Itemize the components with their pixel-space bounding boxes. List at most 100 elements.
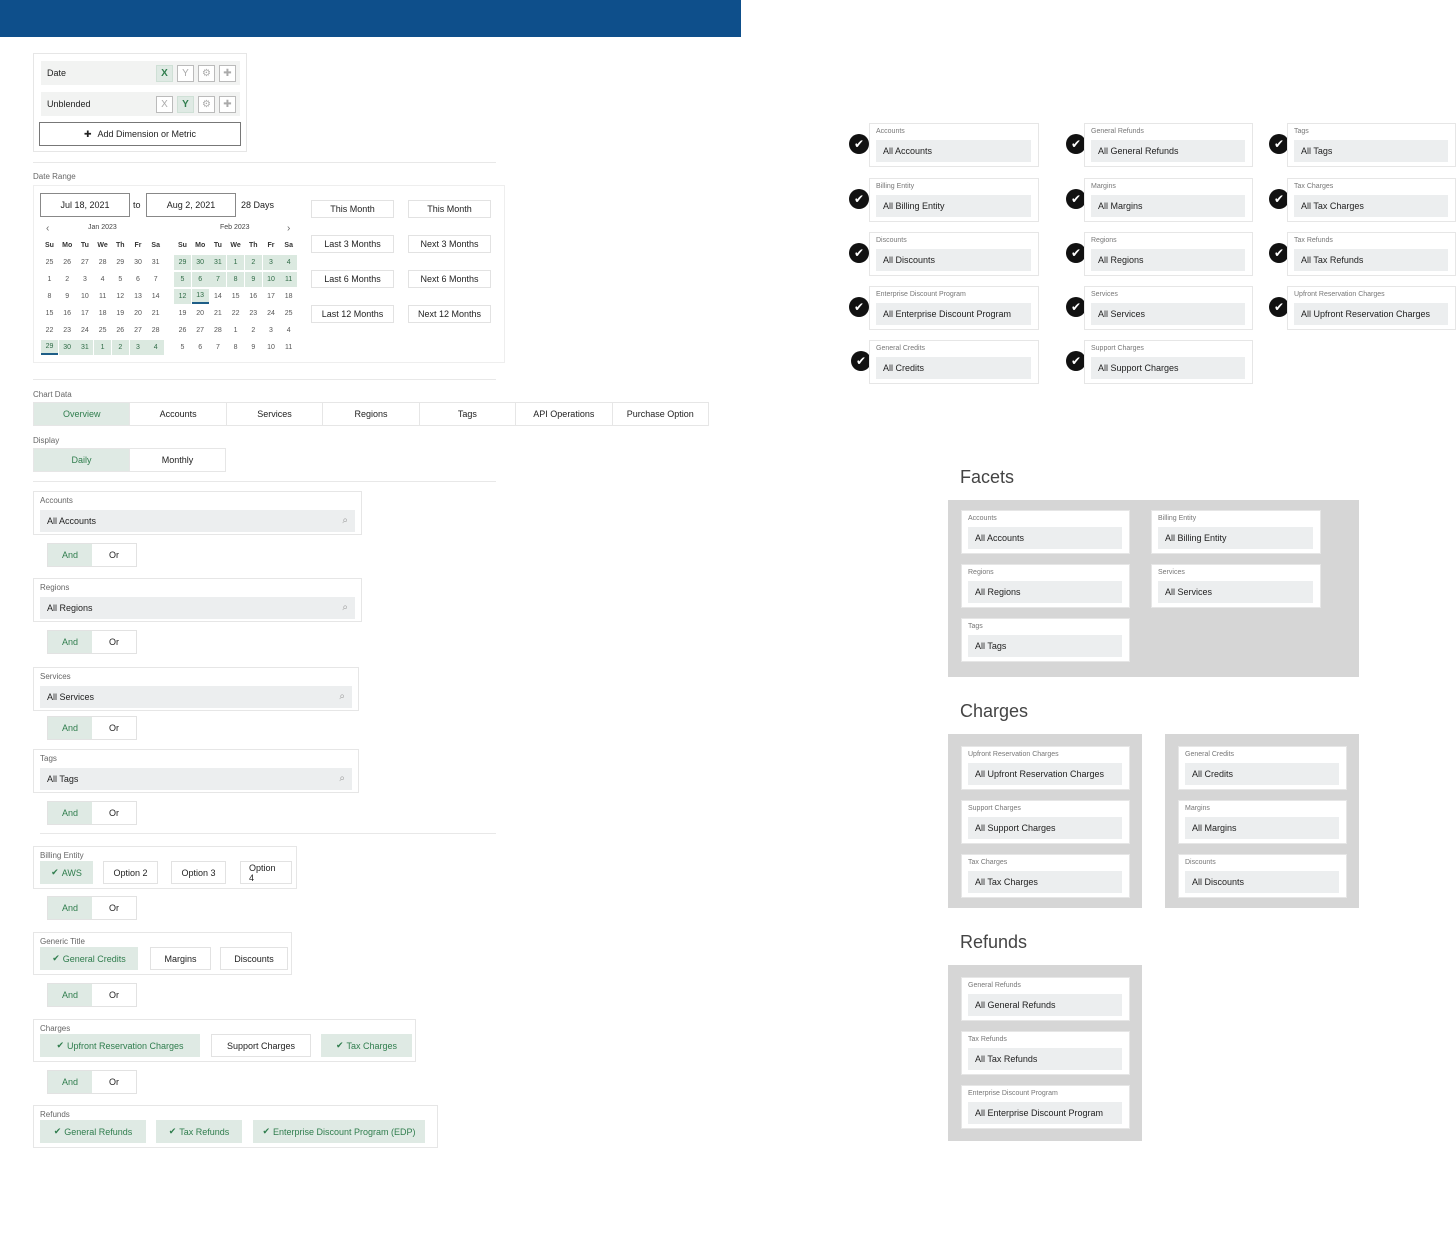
filter-card[interactable]: Tax Refunds All Tax Refunds	[1287, 232, 1456, 276]
filter-card[interactable]: General Refunds All General Refunds	[961, 977, 1130, 1021]
calendar-day[interactable]: 4	[280, 255, 298, 270]
search-input[interactable]: All Tags ⌕	[40, 768, 352, 790]
calendar-day[interactable]: 15	[227, 289, 244, 304]
calendar-day[interactable]: 27	[76, 255, 93, 270]
or-option[interactable]: Or	[92, 984, 136, 1006]
filter-card-value[interactable]: All Billing Entity	[1158, 527, 1313, 549]
calendar-day[interactable]: 23	[59, 323, 76, 338]
filter-card-value[interactable]: All Enterprise Discount Program	[876, 303, 1031, 325]
calendar-day[interactable]: 9	[244, 272, 262, 287]
filter-card-value[interactable]: All Tags	[968, 635, 1122, 657]
filter-card[interactable]: Accounts All Accounts	[961, 510, 1130, 554]
calendar-day[interactable]: 12	[174, 289, 191, 304]
calendar-day[interactable]: 7	[209, 340, 226, 355]
calendar-day[interactable]: 5	[174, 272, 191, 287]
calendar-day[interactable]: 1	[227, 255, 245, 270]
calendar-day[interactable]: 20	[130, 306, 147, 321]
tab-overview[interactable]: Overview	[34, 403, 131, 425]
filter-card[interactable]: Regions All Regions	[1084, 232, 1253, 276]
filter-card[interactable]: Discounts All Discounts	[1178, 854, 1347, 898]
calendar-day[interactable]: 24	[76, 323, 93, 338]
filter-card[interactable]: Upfront Reservation Charges All Upfront R…	[1287, 286, 1456, 330]
filter-card[interactable]: Upfront Reservation Charges All Upfront R…	[961, 746, 1130, 790]
filter-card[interactable]: Billing Entity All Billing Entity	[869, 178, 1039, 222]
preset-this-month[interactable]: This Month	[311, 200, 394, 218]
calendar-day[interactable]: 12	[112, 289, 129, 304]
filter-card[interactable]: Accounts All Accounts	[869, 123, 1039, 167]
calendar-day[interactable]: 8	[41, 289, 58, 304]
filter-card-value[interactable]: All Margins	[1185, 817, 1339, 839]
calendar-day[interactable]: 18	[94, 306, 111, 321]
filter-card[interactable]: Support Charges All Support Charges	[961, 800, 1130, 844]
or-option[interactable]: Or	[92, 717, 136, 739]
filter-card[interactable]: Tax Refunds All Tax Refunds	[961, 1031, 1130, 1075]
display-daily[interactable]: Daily	[34, 449, 130, 471]
calendar-day[interactable]: 25	[94, 323, 111, 338]
or-option[interactable]: Or	[92, 631, 136, 653]
filter-card-value[interactable]: All Tax Refunds	[968, 1048, 1122, 1070]
plus-icon[interactable]: ✚	[219, 95, 236, 113]
chip-tax-charges[interactable]: ✔ Tax Charges	[321, 1034, 412, 1057]
calendar-day[interactable]: 4	[147, 340, 165, 355]
calendar-day[interactable]: 18	[280, 289, 297, 304]
calendar-day[interactable]: 30	[191, 255, 209, 270]
calendar-day[interactable]: 30	[130, 255, 147, 270]
calendar-day[interactable]: 30	[58, 340, 76, 355]
prev-month-icon[interactable]: ‹	[46, 223, 49, 234]
or-option[interactable]: Or	[92, 897, 136, 919]
tab-services[interactable]: Services	[226, 403, 324, 425]
tab-api-operations[interactable]: API Operations	[516, 403, 613, 425]
x-axis-button[interactable]: X	[156, 64, 173, 82]
filter-card[interactable]: Support Charges All Support Charges	[1084, 340, 1253, 384]
preset-next-12-months[interactable]: Next 12 Months	[408, 305, 491, 323]
tab-purchase-option[interactable]: Purchase Option	[612, 403, 708, 425]
filter-card[interactable]: Enterprise Discount Program All Enterpris…	[961, 1085, 1130, 1129]
display-monthly[interactable]: Monthly	[130, 449, 225, 471]
filter-card-value[interactable]: All Billing Entity	[876, 195, 1031, 217]
preset-last-3-months[interactable]: Last 3 Months	[311, 235, 394, 253]
chip-aws[interactable]: ✔ AWS	[40, 861, 93, 884]
filter-card-value[interactable]: All Services	[1158, 581, 1313, 603]
plus-icon[interactable]: ✚	[219, 64, 236, 82]
calendar-day[interactable]: 6	[191, 272, 209, 287]
filter-card[interactable]: Tax Charges All Tax Charges	[961, 854, 1130, 898]
chip-support-charges[interactable]: Support Charges	[211, 1034, 311, 1057]
filter-card-value[interactable]: All General Refunds	[1091, 140, 1245, 162]
and-option[interactable]: And	[48, 717, 92, 739]
filter-card[interactable]: Regions All Regions	[961, 564, 1130, 608]
and-option[interactable]: And	[48, 984, 92, 1006]
calendar-day[interactable]: 21	[209, 306, 226, 321]
filter-card-value[interactable]: All Regions	[968, 581, 1122, 603]
y-axis-button[interactable]: Y	[177, 64, 194, 82]
calendar-day[interactable]: 3	[262, 255, 280, 270]
calendar-day[interactable]: 29	[174, 255, 191, 270]
add-dimension-button[interactable]: ✚ Add Dimension or Metric	[39, 122, 241, 146]
calendar-day[interactable]: 4	[94, 272, 111, 287]
calendar-day[interactable]: 19	[112, 306, 129, 321]
calendar-day[interactable]: 16	[59, 306, 76, 321]
filter-card-value[interactable]: All Tax Refunds	[1294, 249, 1448, 271]
calendar-day[interactable]: 16	[245, 289, 262, 304]
preset-this-month[interactable]: This Month	[408, 200, 491, 218]
calendar-day[interactable]: 10	[262, 272, 280, 287]
calendar-day[interactable]: 1	[227, 323, 244, 338]
filter-card[interactable]: Services All Services	[1084, 286, 1253, 330]
calendar-day[interactable]: 11	[94, 289, 111, 304]
gear-icon[interactable]: ⚙	[198, 95, 215, 113]
preset-next-6-months[interactable]: Next 6 Months	[408, 270, 491, 288]
calendar-day[interactable]: 11	[280, 272, 298, 287]
chip-option-3[interactable]: Option 3	[171, 861, 226, 884]
chip-general-refunds[interactable]: ✔ General Refunds	[40, 1120, 146, 1143]
calendar-day[interactable]: 29	[112, 255, 129, 270]
chip-tax-refunds[interactable]: ✔ Tax Refunds	[156, 1120, 242, 1143]
calendar-day[interactable]: 2	[111, 340, 129, 355]
tab-accounts[interactable]: Accounts	[130, 403, 227, 425]
calendar-day[interactable]: 27	[192, 323, 209, 338]
chip-margins[interactable]: Margins	[150, 947, 211, 970]
or-option[interactable]: Or	[92, 802, 136, 824]
preset-last-12-months[interactable]: Last 12 Months	[311, 305, 394, 323]
filter-card[interactable]: Services All Services	[1151, 564, 1321, 608]
y-axis-button[interactable]: Y	[177, 95, 194, 113]
chip-general-credits[interactable]: ✔ General Credits	[40, 947, 138, 970]
filter-card-value[interactable]: All Support Charges	[1091, 357, 1245, 379]
